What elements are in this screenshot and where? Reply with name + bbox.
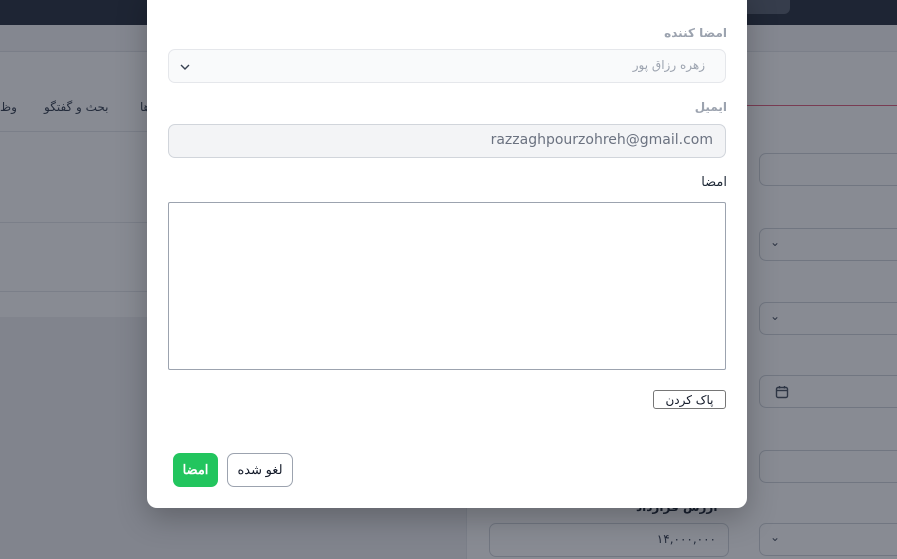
signature-pad[interactable]: [168, 202, 726, 370]
clear-signature-button[interactable]: پاک کردن: [653, 390, 726, 409]
email-value: razzaghpourzohreh@gmail.com: [490, 132, 713, 148]
signer-value: زهره رزاق پور: [632, 58, 705, 72]
signature-label: امضا: [701, 175, 727, 190]
chevron-down-icon: [180, 64, 190, 70]
signer-select[interactable]: زهره رزاق پور: [168, 49, 726, 83]
signer-label: امضا کننده: [664, 26, 727, 40]
sign-button[interactable]: امضا: [173, 453, 218, 487]
email-label: ایمیل: [694, 100, 727, 114]
cancel-button[interactable]: لغو شده: [227, 453, 293, 487]
email-field[interactable]: razzaghpourzohreh@gmail.com: [168, 124, 726, 158]
signature-modal: امضا کننده زهره رزاق پور ایمیل razzaghpo…: [147, 0, 747, 508]
